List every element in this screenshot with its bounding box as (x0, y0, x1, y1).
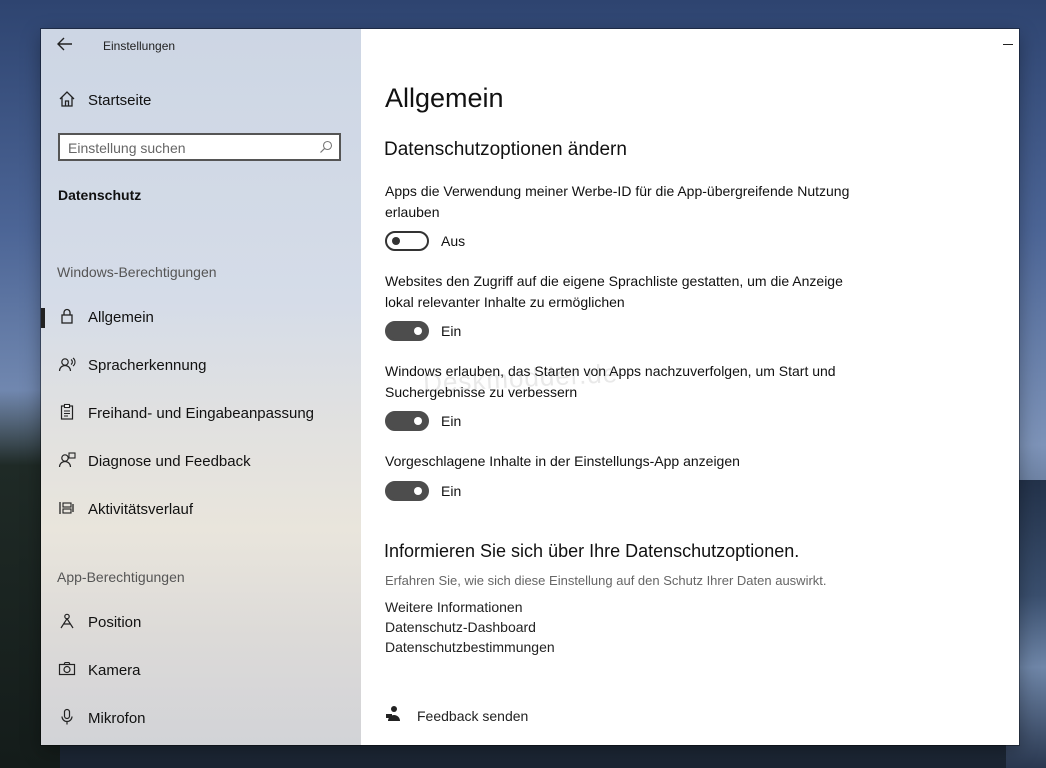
toggle-knob (414, 417, 422, 425)
toggle-state-label: Ein (441, 323, 462, 339)
search-box[interactable] (58, 133, 341, 161)
toggle-state-label: Aus (441, 233, 466, 249)
window-title: Einstellungen (103, 39, 176, 53)
app-launch-tracking-toggle[interactable] (385, 411, 429, 431)
sidebar-item-label: Diagnose und Feedback (88, 453, 251, 470)
sidebar-item-label: Position (88, 614, 142, 631)
location-icon (57, 612, 77, 632)
link-privacy-statement[interactable]: Datenschutzbestimmungen (385, 639, 555, 655)
link-privacy-dashboard[interactable]: Datenschutz-Dashboard (385, 619, 536, 635)
toggle-knob (392, 237, 400, 245)
sidebar-item-freihand[interactable]: Freihand- und Eingabeanpassung (41, 394, 361, 434)
speech-icon (57, 355, 77, 375)
lock-icon (57, 307, 77, 327)
section-title: Datenschutzoptionen ändern (384, 139, 627, 160)
sidebar-item-label: Freihand- und Eingabeanpassung (88, 405, 315, 422)
settings-window: Einstellungen Startseite Datenschutz Win… (41, 29, 1019, 745)
activity-history-icon (57, 499, 77, 519)
feedback-icon[interactable] (385, 705, 403, 723)
link-more-info[interactable]: Weitere Informationen (385, 599, 522, 615)
sidebar-item-mikrofon[interactable]: Mikrofon (41, 699, 361, 739)
sidebar-item-diagnose[interactable]: Diagnose und Feedback (41, 442, 361, 482)
search-input[interactable] (68, 139, 308, 157)
sidebar-item-home[interactable]: Startseite (41, 81, 361, 121)
minimize-button[interactable] (1001, 33, 1015, 47)
sidebar-item-label: Startseite (88, 92, 152, 109)
toggle-state-label: Ein (441, 483, 462, 499)
sidebar-item-kamera[interactable]: Kamera (41, 651, 361, 691)
advertising-id-toggle[interactable] (385, 231, 429, 251)
sidebar-item-label: Spracherkennung (88, 357, 207, 374)
feedback-link[interactable]: Feedback senden (417, 708, 528, 724)
sidebar-item-label: Aktivitätsverlauf (88, 501, 194, 518)
clipboard-icon (57, 403, 77, 423)
setting-advertising-id-description: Apps die Verwendung meiner Werbe-ID für … (385, 183, 850, 220)
language-list-toggle[interactable] (385, 321, 429, 341)
info-text: Erfahren Sie, wie sich diese Einstellung… (385, 573, 827, 588)
microphone-icon (57, 708, 77, 728)
back-arrow-icon[interactable] (57, 37, 77, 53)
setting-suggested-content-description: Vorgeschlagene Inhalte in der Einstellun… (385, 453, 740, 469)
info-heading: Informieren Sie sich über Ihre Datenschu… (384, 541, 800, 561)
sidebar-item-position[interactable]: Position (41, 603, 361, 643)
toggle-state-label: Ein (441, 413, 462, 429)
diagnostics-icon (57, 451, 77, 471)
sidebar-item-label: Kamera (88, 662, 141, 679)
camera-icon (57, 660, 77, 680)
sidebar-item-spracherkennung[interactable]: Spracherkennung (41, 346, 361, 386)
search-icon[interactable] (319, 140, 333, 154)
app-permissions-heading: App-Berechtigungen (57, 569, 185, 585)
setting-language-list-description: Websites den Zugriff auf die eigene Spra… (385, 273, 843, 310)
main-content: Allgemein Datenschutzoptionen ändern App… (361, 29, 1019, 745)
sidebar-item-label: Allgemein (88, 309, 154, 326)
toggle-knob (414, 487, 422, 495)
sidebar-item-label: Mikrofon (88, 710, 146, 727)
active-indicator (41, 308, 45, 328)
suggested-content-toggle[interactable] (385, 481, 429, 501)
windows-permissions-heading: Windows-Berechtigungen (57, 264, 217, 280)
sidebar-item-aktivitaetsverlauf[interactable]: Aktivitätsverlauf (41, 490, 361, 530)
page-title: Allgemein (385, 83, 504, 113)
current-category: Datenschutz (58, 187, 142, 203)
toggle-knob (414, 327, 422, 335)
home-icon (57, 90, 77, 110)
sidebar-item-allgemein[interactable]: Allgemein (41, 298, 361, 338)
sidebar: Einstellungen Startseite Datenschutz Win… (41, 29, 361, 745)
